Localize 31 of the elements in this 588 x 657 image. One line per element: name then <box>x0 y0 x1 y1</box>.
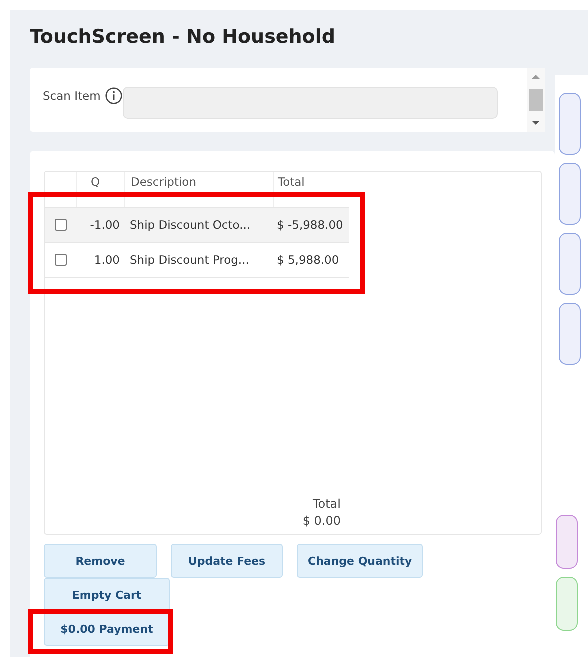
total-label: Total <box>312 496 341 513</box>
total-cell-text: $ 5,988.00 <box>276 253 340 267</box>
scan-item-label: Scan Item <box>43 89 101 103</box>
row-checkbox[interactable] <box>54 219 66 231</box>
page-title: TouchScreen - No Household <box>30 26 336 48</box>
total-cell-text: $ -5,988.00 <box>276 218 344 232</box>
side-button[interactable] <box>559 93 582 155</box>
row-checkbox[interactable] <box>54 254 66 266</box>
quantity-cell-text: 1.00 <box>93 253 121 267</box>
info-icon[interactable] <box>104 87 123 105</box>
side-button[interactable] <box>556 515 578 569</box>
scroll-up-icon[interactable] <box>532 74 540 80</box>
action-button[interactable]: $0.00 Payment <box>44 612 170 646</box>
side-button[interactable] <box>559 163 582 225</box>
description-cell-text: Ship Discount Octo... <box>129 218 252 232</box>
scroll-down-icon[interactable] <box>532 120 540 126</box>
action-button[interactable]: Update Fees <box>171 544 283 578</box>
column-header: Q <box>76 172 124 207</box>
side-button[interactable] <box>559 233 582 295</box>
scan-item-field[interactable] <box>122 87 498 119</box>
action-button[interactable]: Change Quantity <box>297 544 424 578</box>
total-value: $ 0.00 <box>302 513 341 530</box>
scrollbar[interactable] <box>527 68 546 132</box>
side-button[interactable] <box>556 577 578 631</box>
description-cell-text: Ship Discount Prog... <box>129 253 250 267</box>
action-button[interactable]: Remove <box>44 544 157 578</box>
quantity-cell-text: -1.00 <box>89 218 121 232</box>
column-header: Description <box>124 172 273 207</box>
action-button[interactable]: Empty Cart <box>44 578 170 612</box>
column-header: Total <box>273 172 349 207</box>
side-button[interactable] <box>559 303 582 365</box>
